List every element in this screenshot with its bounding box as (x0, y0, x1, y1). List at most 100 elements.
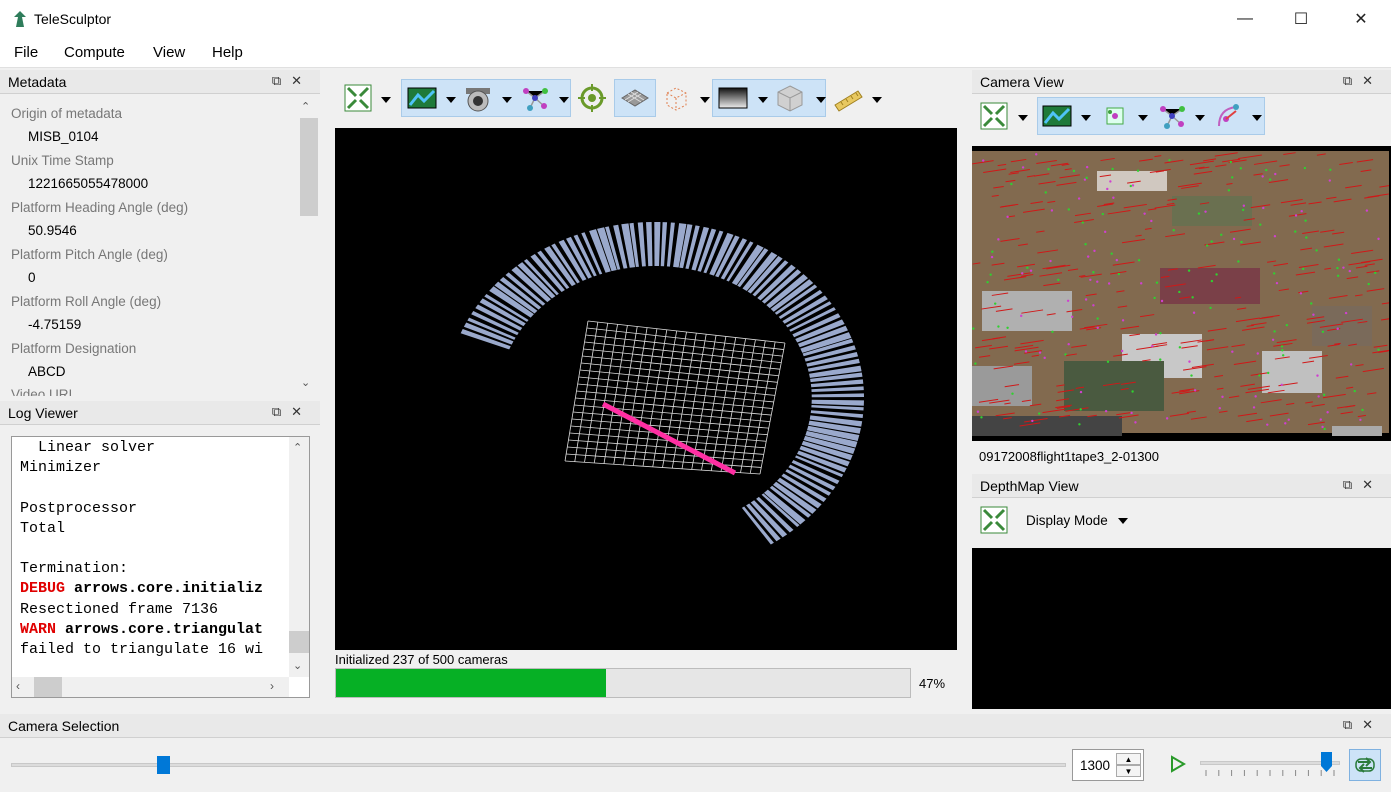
chevron-down-icon[interactable] (758, 97, 768, 103)
camera-frustum (637, 222, 646, 267)
menu-bar: File Compute View Help (0, 38, 1391, 68)
scroll-left-icon[interactable]: ‹ (16, 679, 20, 693)
cameras-button[interactable] (460, 80, 496, 116)
depthmap-viewport[interactable] (972, 548, 1391, 709)
world-view-canvas[interactable] (335, 128, 957, 650)
log-text-area[interactable]: Linear solver Minimizer Postprocessor Total… (11, 436, 310, 698)
spin-up-icon[interactable]: ▲ (1116, 753, 1141, 765)
feature-point (1066, 299, 1070, 303)
ground-plane-button[interactable] (617, 80, 653, 116)
measure-button[interactable] (830, 80, 866, 116)
world-view-3d[interactable] (335, 128, 957, 650)
volume-button[interactable] (772, 80, 808, 116)
chevron-down-icon[interactable] (1252, 115, 1262, 121)
feature-point (1319, 418, 1322, 421)
frame-spinbox[interactable]: 1300 ▲ ▼ (1072, 749, 1144, 781)
feature-point (1316, 374, 1319, 377)
menu-help[interactable]: Help (212, 44, 243, 61)
loop-button[interactable] (1349, 749, 1381, 781)
chevron-down-icon[interactable] (381, 97, 391, 103)
feature-points-icon (1106, 107, 1124, 125)
speed-slider-thumb[interactable] (1321, 752, 1332, 772)
feature-point (1104, 409, 1108, 413)
metadata-scrollbar[interactable]: ⌃ ⌄ (300, 96, 318, 394)
frame-spinbox-value: 1300 (1080, 758, 1111, 773)
speed-slider-track[interactable] (1200, 761, 1340, 765)
scroll-thumb[interactable] (34, 677, 62, 697)
feature-point (1317, 395, 1320, 398)
display-mode-button[interactable]: Display Mode (1026, 513, 1108, 528)
feature-point (1326, 411, 1329, 414)
spin-down-icon[interactable]: ▼ (1116, 765, 1141, 777)
scroll-thumb[interactable] (300, 118, 318, 216)
depthmap-reset-view-button[interactable] (977, 502, 1011, 538)
dock-float-close-icons[interactable]: ⧉✕ (1343, 73, 1383, 89)
log-vscrollbar[interactable]: ⌃ ⌄ (289, 437, 309, 677)
camera-image-button[interactable] (1040, 98, 1074, 134)
dock-float-close-icons[interactable]: ⧉✕ (1343, 477, 1383, 493)
scroll-thumb[interactable] (289, 631, 309, 653)
camera-frustum (811, 404, 864, 411)
chevron-down-icon[interactable] (1138, 115, 1148, 121)
feature-point (1010, 182, 1013, 186)
chevron-down-icon[interactable] (872, 97, 882, 103)
camera-selection-title-text: Camera Selection (8, 718, 120, 734)
maximize-button[interactable]: ☐ (1278, 0, 1324, 38)
minimize-button[interactable]: — (1222, 0, 1268, 38)
feature-point (1101, 212, 1104, 216)
dock-float-close-icons[interactable]: ⧉✕ (1343, 717, 1383, 733)
log-line: Termination: (20, 560, 129, 578)
menu-view[interactable]: View (153, 44, 185, 61)
chevron-down-icon[interactable] (559, 97, 569, 103)
landmarks-button[interactable] (517, 80, 553, 116)
menu-file[interactable]: File (14, 44, 38, 61)
camera-view-title: Camera View ⧉✕ (972, 70, 1391, 94)
chevron-down-icon[interactable] (1118, 518, 1128, 524)
feature-point (1087, 255, 1090, 258)
camera-landmarks-button[interactable] (1155, 98, 1189, 134)
feature-point (1304, 219, 1307, 222)
log-hscrollbar[interactable]: ‹ › (12, 677, 289, 697)
ground-control-button[interactable] (574, 80, 610, 116)
feature-point (1021, 272, 1024, 275)
scroll-down-icon[interactable]: ⌄ (301, 376, 310, 389)
play-button[interactable] (1170, 755, 1186, 776)
camera-image-viewport[interactable] (972, 146, 1391, 441)
close-button[interactable]: ✕ (1338, 0, 1384, 38)
world-view-toolbar (334, 77, 954, 121)
chevron-down-icon[interactable] (502, 97, 512, 103)
roi-box-button[interactable] (658, 80, 694, 116)
log-viewer-panel: Log Viewer ⧉✕ Linear solver Minimizer Post… (0, 401, 320, 706)
building (982, 291, 1072, 331)
feature-point (1344, 311, 1348, 315)
camera-frustums (460, 222, 864, 545)
feature-point (1210, 279, 1214, 283)
camera-selection-panel: Camera Selection ⧉✕ 1300 ▲ ▼ (0, 714, 1391, 792)
scroll-down-icon[interactable]: ⌄ (293, 659, 302, 672)
feature-point (1294, 230, 1297, 233)
scroll-up-icon[interactable]: ⌃ (293, 441, 302, 454)
feature-point (1057, 278, 1060, 282)
reset-view-button[interactable] (340, 80, 376, 116)
dock-float-close-icons[interactable]: ⧉✕ (272, 404, 312, 420)
depthmap-view-panel: DepthMap View ⧉✕ Display Mode (972, 474, 1391, 709)
feature-point (1109, 180, 1112, 183)
camera-residuals-button[interactable] (1212, 98, 1246, 134)
chevron-down-icon[interactable] (1195, 115, 1205, 121)
frame-slider-thumb[interactable] (156, 756, 170, 774)
depth-map-button[interactable] (715, 80, 751, 116)
scroll-up-icon[interactable]: ⌃ (301, 100, 310, 113)
camera-reset-view-button[interactable] (977, 98, 1011, 134)
chevron-down-icon[interactable] (446, 97, 456, 103)
chevron-down-icon[interactable] (1081, 115, 1091, 121)
chevron-down-icon[interactable] (1018, 115, 1028, 121)
chevron-down-icon[interactable] (700, 97, 710, 103)
feature-point (1231, 350, 1234, 353)
scroll-right-icon[interactable]: › (270, 679, 274, 693)
menu-compute[interactable]: Compute (64, 44, 125, 61)
chevron-down-icon[interactable] (816, 97, 826, 103)
camera-features-button[interactable] (1098, 98, 1132, 134)
feature-point (1150, 219, 1153, 223)
dock-float-close-icons[interactable]: ⧉✕ (272, 73, 312, 89)
image-layer-button[interactable] (404, 80, 440, 116)
